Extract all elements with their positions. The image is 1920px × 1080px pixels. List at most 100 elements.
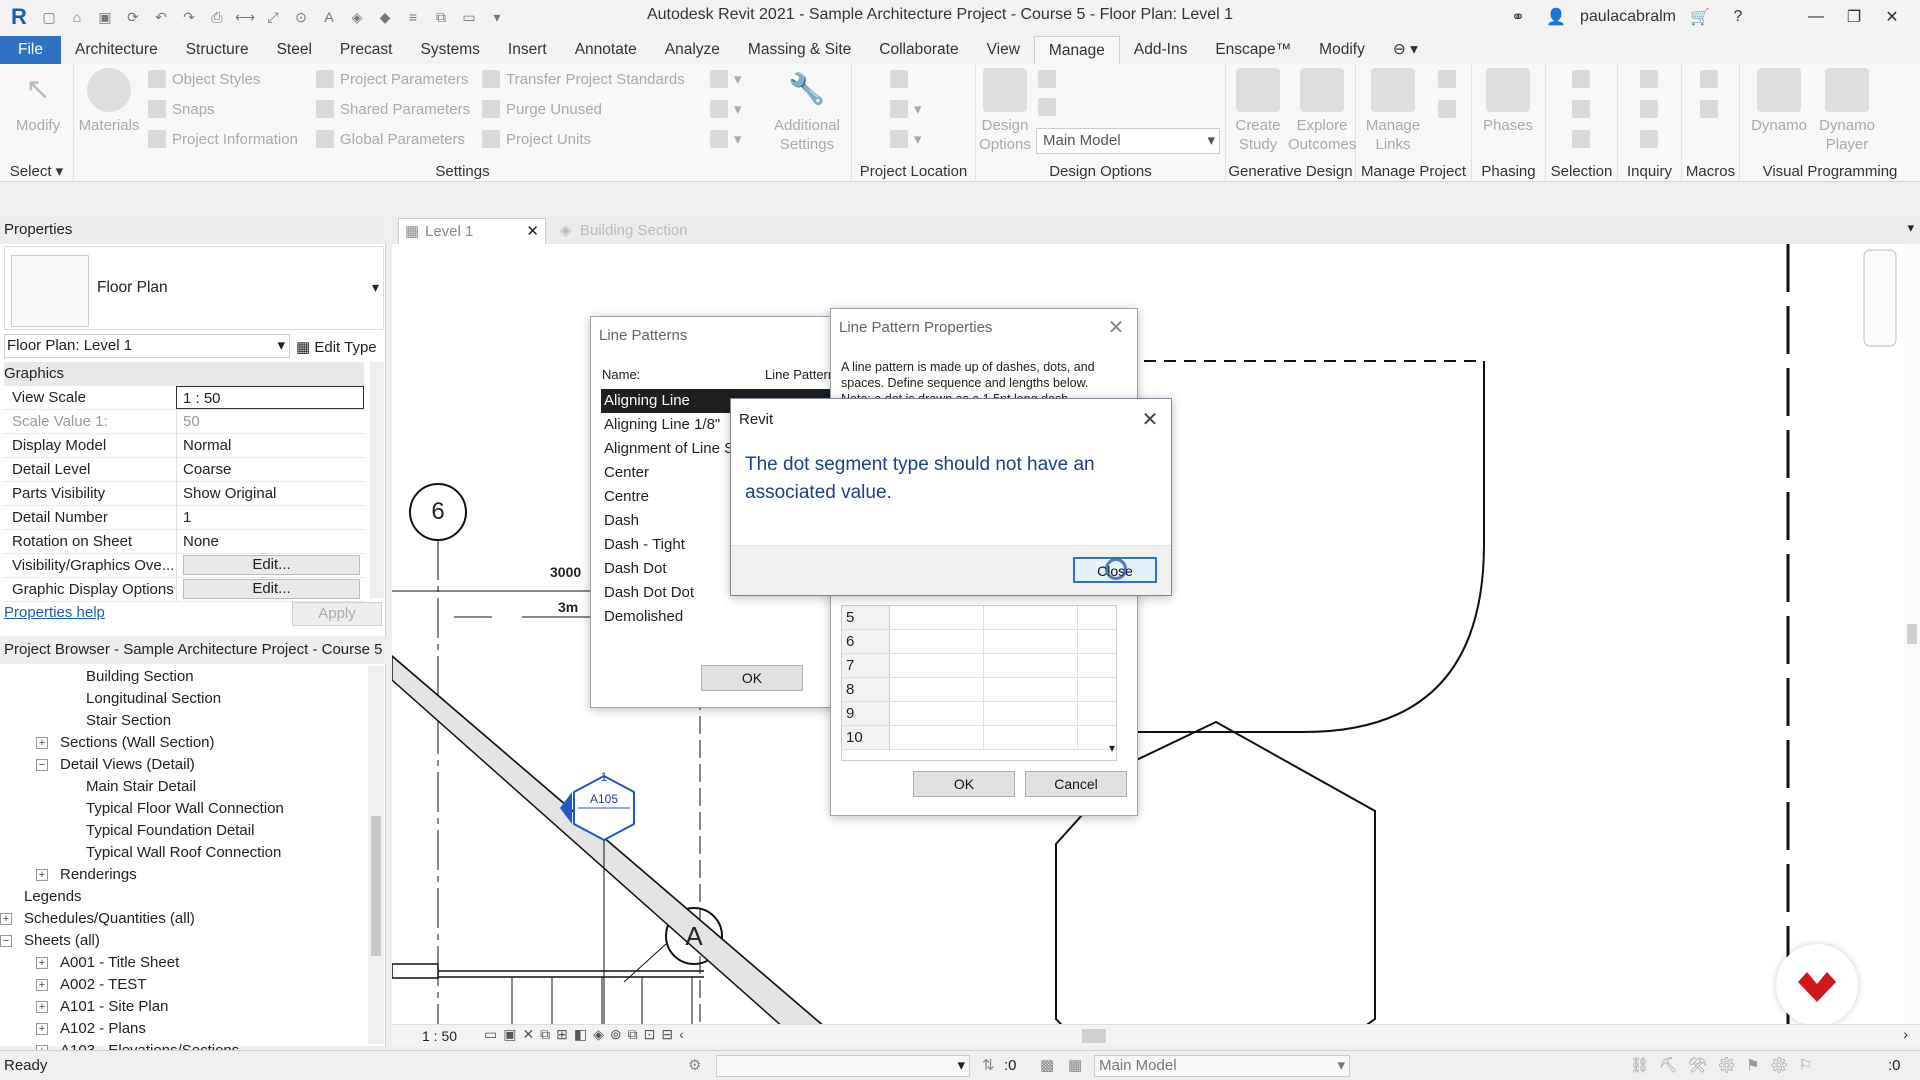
additional-settings-button[interactable]: 🔧 Additional Settings — [766, 68, 848, 154]
load-selection-button[interactable] — [1572, 100, 1590, 118]
tab-steel[interactable]: Steel — [263, 36, 326, 64]
tab-file[interactable]: File — [0, 36, 61, 64]
design-option-icon[interactable]: ▩ — [1040, 1056, 1054, 1074]
expand-icon[interactable]: + — [36, 869, 48, 881]
revit-logo[interactable]: R — [6, 4, 32, 30]
modify-button[interactable]: ↖ Modify — [10, 68, 66, 135]
type-selector[interactable]: Floor Plan ▾ — [4, 246, 384, 330]
prop-row-detail-level[interactable]: Detail Level Coarse — [4, 458, 364, 482]
user-name[interactable]: paulacabralm — [1580, 8, 1676, 26]
tab-systems[interactable]: Systems — [406, 36, 493, 64]
tab-massing-site[interactable]: Massing & Site — [734, 36, 865, 64]
tree-item[interactable]: Typical Foundation Detail — [0, 820, 370, 842]
tab-structure[interactable]: Structure — [172, 36, 263, 64]
scroll-right-icon[interactable]: › — [1903, 1026, 1908, 1042]
prop-value[interactable]: Coarse — [176, 458, 364, 481]
prop-row-rotation[interactable]: Rotation on Sheet None — [4, 530, 364, 554]
tag-icon[interactable]: ⊙ — [290, 6, 312, 28]
browser-scroll-thumb[interactable] — [371, 816, 381, 956]
expand-icon[interactable]: + — [36, 1023, 48, 1035]
minimize-button[interactable]: — — [1802, 8, 1830, 26]
tree-item[interactable]: Longitudinal Section — [0, 688, 370, 710]
workset-select[interactable]: ▾ — [716, 1055, 970, 1077]
tab-architecture[interactable]: Architecture — [61, 36, 172, 64]
value-cell[interactable] — [984, 630, 1078, 653]
grid-scrollbar[interactable]: ▾ — [1105, 601, 1125, 761]
visibility-graphics-edit-button[interactable]: Edit... — [183, 555, 360, 575]
exclude-options-icon[interactable]: ▦ — [1068, 1056, 1082, 1074]
tree-item[interactable]: + A101 - Site Plan — [0, 996, 370, 1018]
position-button[interactable]: ▾ — [890, 130, 922, 148]
transfer-project-standards-button[interactable]: Transfer Project Standards — [482, 70, 685, 88]
canvas-vertical-scrollbar[interactable] — [1904, 244, 1920, 1028]
cart-icon[interactable]: 🛒 — [1686, 7, 1714, 27]
help-icon[interactable]: ? — [1724, 8, 1752, 26]
coordinates-button[interactable]: ▾ — [890, 100, 922, 118]
pattern-grid-row[interactable]: 10 — [842, 726, 1116, 750]
structural-settings-button[interactable]: ▾ — [710, 70, 742, 88]
thin-lines-icon[interactable]: ≡ — [402, 6, 424, 28]
tree-item[interactable]: + A102 - Plans — [0, 1018, 370, 1040]
prop-row-visibility-graphics[interactable]: Visibility/Graphics Ove... Edit... — [4, 554, 364, 578]
add-to-set-button[interactable] — [1038, 70, 1056, 88]
tabs-dropdown-icon[interactable]: ▾ — [1907, 220, 1914, 236]
tab-view[interactable]: View — [973, 36, 1034, 64]
print-icon[interactable]: ⎙ — [206, 6, 228, 28]
type-cell[interactable] — [890, 606, 984, 629]
open-folder-icon[interactable]: ⌂ — [66, 6, 88, 28]
pattern-grid-row[interactable]: 6 — [842, 630, 1116, 654]
tree-item[interactable]: Main Stair Detail — [0, 776, 370, 798]
expand-icon[interactable]: + — [36, 737, 48, 749]
grid-label-6[interactable]: 6 — [428, 498, 448, 526]
type-cell[interactable] — [890, 630, 984, 653]
group-header-graphics[interactable]: Graphics — [4, 362, 364, 386]
project-parameters-button[interactable]: Project Parameters — [316, 70, 468, 88]
canvas-scroll-thumb[interactable] — [1907, 624, 1917, 644]
dynamo-button[interactable]: Dynamo — [1746, 68, 1812, 135]
tree-item[interactable]: + Sections (Wall Section) — [0, 732, 370, 754]
global-parameters-button[interactable]: Global Parameters — [316, 130, 465, 148]
prop-value[interactable]: 1 — [176, 506, 364, 529]
switch-windows-icon[interactable]: ▭ — [458, 6, 480, 28]
prop-value[interactable]: None — [176, 530, 364, 553]
tree-item[interactable]: + A001 - Title Sheet — [0, 952, 370, 974]
prop-value[interactable]: Show Original — [176, 482, 364, 505]
type-cell[interactable] — [890, 654, 984, 677]
callout-sheet[interactable]: A105 — [582, 792, 626, 806]
pattern-grid-row[interactable]: 9 — [842, 702, 1116, 726]
pick-to-edit-button[interactable] — [1038, 98, 1056, 116]
manage-links-button[interactable]: Manage Links — [1360, 68, 1426, 154]
cancel-button[interactable]: Cancel — [1025, 771, 1127, 797]
tab-enscape[interactable]: Enscape™ — [1201, 36, 1305, 64]
view-tab-building-section[interactable]: ◈ Building Section — [558, 218, 688, 244]
tab-manage[interactable]: Manage — [1033, 36, 1120, 64]
tab-annotate[interactable]: Annotate — [561, 36, 651, 64]
collapse-icon[interactable]: − — [0, 935, 12, 947]
properties-scrollbar[interactable] — [370, 362, 384, 598]
view-scale-input[interactable]: 1 : 50 — [176, 386, 364, 409]
prop-row-graphic-display[interactable]: Graphic Display Options Edit... — [4, 578, 364, 602]
selection-filter-icons[interactable]: ⛓⛏⚒⚙⚑⚙⚐ — [1630, 1056, 1822, 1074]
view-scale-button[interactable]: 1 : 50 — [422, 1028, 457, 1044]
type-dropdown-icon[interactable]: ▾ — [372, 279, 379, 296]
tree-item[interactable]: + Schedules/Quantities (all) — [0, 908, 370, 930]
tree-item[interactable]: Building Section — [0, 666, 370, 688]
tree-item[interactable]: Typical Floor Wall Connection — [0, 798, 370, 820]
tree-item[interactable]: Typical Wall Roof Connection — [0, 842, 370, 864]
design-options-button[interactable]: Design Options — [978, 68, 1032, 154]
properties-help-link[interactable]: Properties help — [4, 604, 105, 621]
snaps-button[interactable]: Snaps — [148, 100, 215, 118]
section-icon[interactable]: ◆ — [374, 6, 396, 28]
line-pattern-item[interactable]: Demolished — [601, 605, 841, 621]
restore-button[interactable]: ❐ — [1840, 7, 1868, 27]
dynamo-player-button[interactable]: Dynamo Player — [1814, 68, 1880, 154]
select-dropdown[interactable]: Select ▾ — [0, 162, 73, 180]
materials-button[interactable]: Materials — [76, 68, 142, 135]
redo-icon[interactable]: ↷ — [178, 6, 200, 28]
type-cell[interactable] — [890, 702, 984, 725]
editable-only-icon[interactable]: ⇅ — [982, 1056, 995, 1074]
prop-row-display-model[interactable]: Display Model Normal — [4, 434, 364, 458]
type-cell[interactable] — [890, 678, 984, 701]
close-tab-icon[interactable]: ✕ — [526, 219, 539, 245]
dimension-text-3000[interactable]: 3000 — [550, 564, 581, 580]
